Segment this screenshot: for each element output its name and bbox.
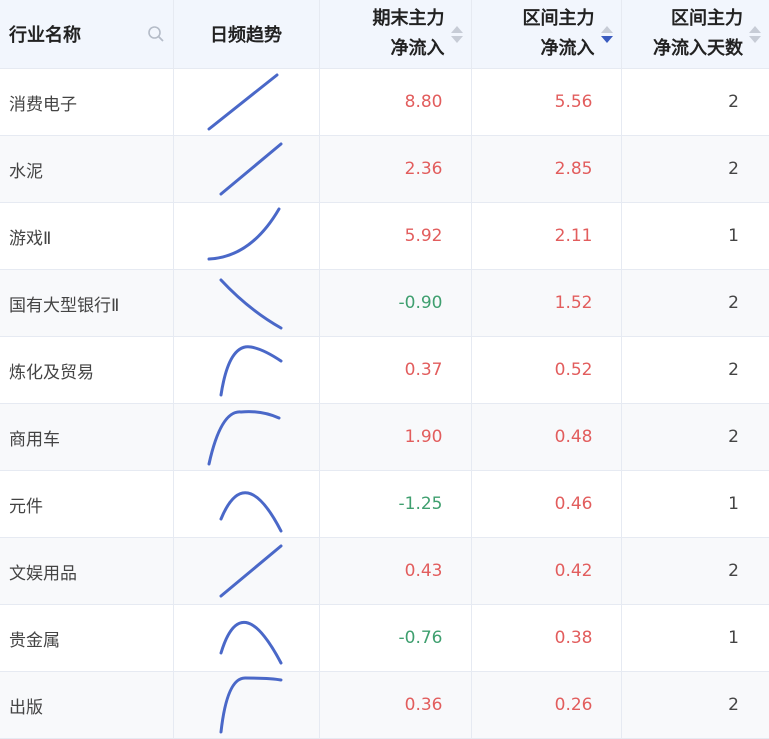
days-value: 2 bbox=[621, 671, 769, 739]
range-flow-value: 0.26 bbox=[471, 671, 622, 739]
range-flow-value: 0.42 bbox=[471, 537, 622, 605]
sparkline-chart bbox=[219, 278, 283, 330]
sparkline-chart bbox=[207, 410, 281, 466]
header-days[interactable]: 区间主力 净流入天数 bbox=[621, 0, 769, 69]
table-row[interactable]: 文娱用品 0.43 0.42 2 bbox=[0, 537, 769, 605]
sparkline-chart bbox=[219, 544, 283, 598]
table-row[interactable]: 游戏Ⅱ 5.92 2.11 1 bbox=[0, 202, 769, 270]
row-name[interactable]: 贵金属 bbox=[0, 604, 174, 672]
sparkline-chart bbox=[219, 621, 283, 665]
trend-cell bbox=[173, 470, 320, 538]
range-flow-value: 1.52 bbox=[471, 269, 622, 337]
range-flow-value: 0.46 bbox=[471, 470, 622, 538]
end-flow-value: 1.90 bbox=[319, 403, 472, 471]
row-name[interactable]: 国有大型银行Ⅱ bbox=[0, 269, 174, 337]
end-flow-value: 0.43 bbox=[319, 537, 472, 605]
sort-icon[interactable] bbox=[450, 25, 463, 43]
end-flow-value: 0.36 bbox=[319, 671, 472, 739]
table-row[interactable]: 水泥 2.36 2.85 2 bbox=[0, 135, 769, 203]
days-value: 2 bbox=[621, 68, 769, 136]
header-end-flow[interactable]: 期末主力 净流入 bbox=[319, 0, 472, 69]
end-flow-value: 2.36 bbox=[319, 135, 472, 203]
table-row[interactable]: 出版 0.36 0.26 2 bbox=[0, 671, 769, 739]
days-value: 1 bbox=[621, 470, 769, 538]
sparkline-chart bbox=[207, 73, 279, 131]
trend-cell bbox=[173, 671, 320, 739]
range-flow-value: 2.85 bbox=[471, 135, 622, 203]
days-value: 1 bbox=[621, 202, 769, 270]
industry-flow-table: 行业名称 日频趋势 期末主力 净流入 区间主力 净流入 区间主力 净流入天数 消… bbox=[0, 0, 769, 739]
header-end-flow-line1: 期末主力 bbox=[372, 8, 445, 29]
trend-cell bbox=[173, 604, 320, 672]
table-row[interactable]: 贵金属 -0.76 0.38 1 bbox=[0, 604, 769, 672]
days-value: 2 bbox=[621, 537, 769, 605]
days-value: 1 bbox=[621, 604, 769, 672]
header-name[interactable]: 行业名称 bbox=[0, 0, 174, 69]
trend-cell bbox=[173, 68, 320, 136]
row-name[interactable]: 消费电子 bbox=[0, 68, 174, 136]
search-icon[interactable] bbox=[147, 25, 165, 43]
range-flow-value: 2.11 bbox=[471, 202, 622, 270]
sparkline-chart bbox=[207, 207, 281, 261]
range-flow-value: 0.52 bbox=[471, 336, 622, 404]
sparkline-chart bbox=[219, 142, 283, 196]
end-flow-value: -0.90 bbox=[319, 269, 472, 337]
days-value: 2 bbox=[621, 403, 769, 471]
sparkline-chart bbox=[219, 676, 283, 734]
header-trend: 日频趋势 bbox=[173, 0, 320, 69]
table-row[interactable]: 商用车 1.90 0.48 2 bbox=[0, 403, 769, 471]
sparkline-chart bbox=[219, 345, 283, 397]
end-flow-value: 5.92 bbox=[319, 202, 472, 270]
row-name[interactable]: 炼化及贸易 bbox=[0, 336, 174, 404]
trend-cell bbox=[173, 135, 320, 203]
end-flow-value: -0.76 bbox=[319, 604, 472, 672]
row-name[interactable]: 文娱用品 bbox=[0, 537, 174, 605]
sort-icon[interactable] bbox=[749, 25, 761, 43]
sort-desc-active-icon[interactable] bbox=[600, 25, 613, 43]
table-header: 行业名称 日频趋势 期末主力 净流入 区间主力 净流入 区间主力 净流入天数 bbox=[0, 0, 769, 69]
header-days-line2: 净流入天数 bbox=[653, 38, 743, 59]
days-value: 2 bbox=[621, 269, 769, 337]
trend-cell bbox=[173, 336, 320, 404]
row-name[interactable]: 游戏Ⅱ bbox=[0, 202, 174, 270]
row-name[interactable]: 商用车 bbox=[0, 403, 174, 471]
table-row[interactable]: 炼化及贸易 0.37 0.52 2 bbox=[0, 336, 769, 404]
end-flow-value: 0.37 bbox=[319, 336, 472, 404]
row-name[interactable]: 出版 bbox=[0, 671, 174, 739]
row-name[interactable]: 水泥 bbox=[0, 135, 174, 203]
range-flow-value: 0.48 bbox=[471, 403, 622, 471]
row-name[interactable]: 元件 bbox=[0, 470, 174, 538]
range-flow-value: 5.56 bbox=[471, 68, 622, 136]
header-range-flow-line2: 净流入 bbox=[540, 38, 595, 59]
trend-cell bbox=[173, 403, 320, 471]
end-flow-value: 8.80 bbox=[319, 68, 472, 136]
range-flow-value: 0.38 bbox=[471, 604, 622, 672]
header-range-flow[interactable]: 区间主力 净流入 bbox=[471, 0, 622, 69]
header-range-flow-line1: 区间主力 bbox=[522, 8, 595, 29]
table-row[interactable]: 元件 -1.25 0.46 1 bbox=[0, 470, 769, 538]
trend-cell bbox=[173, 202, 320, 270]
table-row[interactable]: 国有大型银行Ⅱ -0.90 1.52 2 bbox=[0, 269, 769, 337]
header-end-flow-line2: 净流入 bbox=[390, 38, 445, 59]
sparkline-chart bbox=[219, 491, 283, 533]
days-value: 2 bbox=[621, 135, 769, 203]
trend-cell bbox=[173, 269, 320, 337]
header-trend-label: 日频趋势 bbox=[210, 25, 282, 46]
table-row[interactable]: 消费电子 8.80 5.56 2 bbox=[0, 68, 769, 136]
end-flow-value: -1.25 bbox=[319, 470, 472, 538]
trend-cell bbox=[173, 537, 320, 605]
header-days-line1: 区间主力 bbox=[671, 8, 743, 29]
days-value: 2 bbox=[621, 336, 769, 404]
header-name-label: 行业名称 bbox=[9, 25, 81, 46]
